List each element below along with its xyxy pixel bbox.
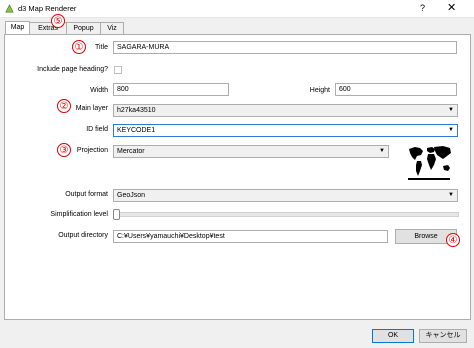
cancel-button[interactable]: キャンセル (419, 329, 467, 343)
tab-map-label: Map (10, 24, 25, 31)
projection-label: Projection (76, 147, 108, 154)
simplification-slider-handle[interactable] (113, 209, 120, 220)
height-label: Height (309, 87, 330, 94)
simplification-slider-track[interactable] (114, 212, 459, 217)
tab-viz-label: Viz (107, 25, 117, 32)
projection-preview-map (408, 146, 451, 180)
width-label: Width (90, 87, 108, 94)
id-field-select[interactable]: KEYCODE1 ▼ (113, 124, 458, 137)
tab-popup-label: Popup (73, 25, 94, 32)
annotation-marker-2: ② (57, 99, 71, 113)
ok-button[interactable]: OK (372, 329, 414, 343)
height-input[interactable]: 600 (335, 83, 457, 96)
annotation-marker-3: ③ (57, 143, 71, 157)
title-input[interactable]: SAGARA-MURA (113, 41, 457, 54)
app-icon (5, 4, 14, 13)
chevron-down-icon: ▼ (379, 148, 385, 154)
chevron-down-icon: ▼ (448, 107, 454, 113)
projection-value: Mercator (117, 148, 145, 155)
output-format-label: Output format (65, 191, 108, 198)
main-layer-label: Main layer (75, 105, 108, 112)
annotation-marker-5: ⑤ (51, 14, 65, 28)
tab-popup[interactable]: Popup (66, 22, 101, 34)
title-bar: d3 Map Renderer ? ✕ (0, 0, 474, 18)
main-layer-select[interactable]: h27ka43510 ▼ (113, 104, 458, 117)
annotation-marker-1: ① (72, 40, 86, 54)
map-tab-panel (4, 34, 471, 320)
include-heading-label: Include page heading? (37, 66, 108, 73)
tab-map[interactable]: Map (5, 21, 30, 35)
annotation-marker-4: ④ (446, 233, 460, 247)
help-button[interactable]: ? (420, 3, 425, 13)
width-input[interactable]: 800 (113, 83, 229, 96)
output-dir-input[interactable]: C:¥Users¥yamauchi¥Desktop¥test (113, 230, 388, 243)
chevron-down-icon: ▼ (448, 127, 454, 133)
tab-viz[interactable]: Viz (100, 22, 124, 34)
close-button[interactable]: ✕ (447, 1, 456, 14)
chevron-down-icon: ▼ (448, 192, 454, 198)
window-title: d3 Map Renderer (18, 4, 77, 13)
output-format-select[interactable]: GeoJson ▼ (113, 189, 458, 202)
include-heading-checkbox[interactable] (114, 66, 122, 74)
id-field-label: ID field (86, 126, 108, 133)
main-layer-value: h27ka43510 (117, 107, 156, 114)
output-dir-label: Output directory (58, 232, 108, 239)
id-field-value: KEYCODE1 (117, 127, 156, 134)
projection-select[interactable]: Mercator ▼ (113, 145, 389, 158)
simplification-label: Simplification level (50, 211, 108, 218)
output-format-value: GeoJson (117, 192, 146, 199)
